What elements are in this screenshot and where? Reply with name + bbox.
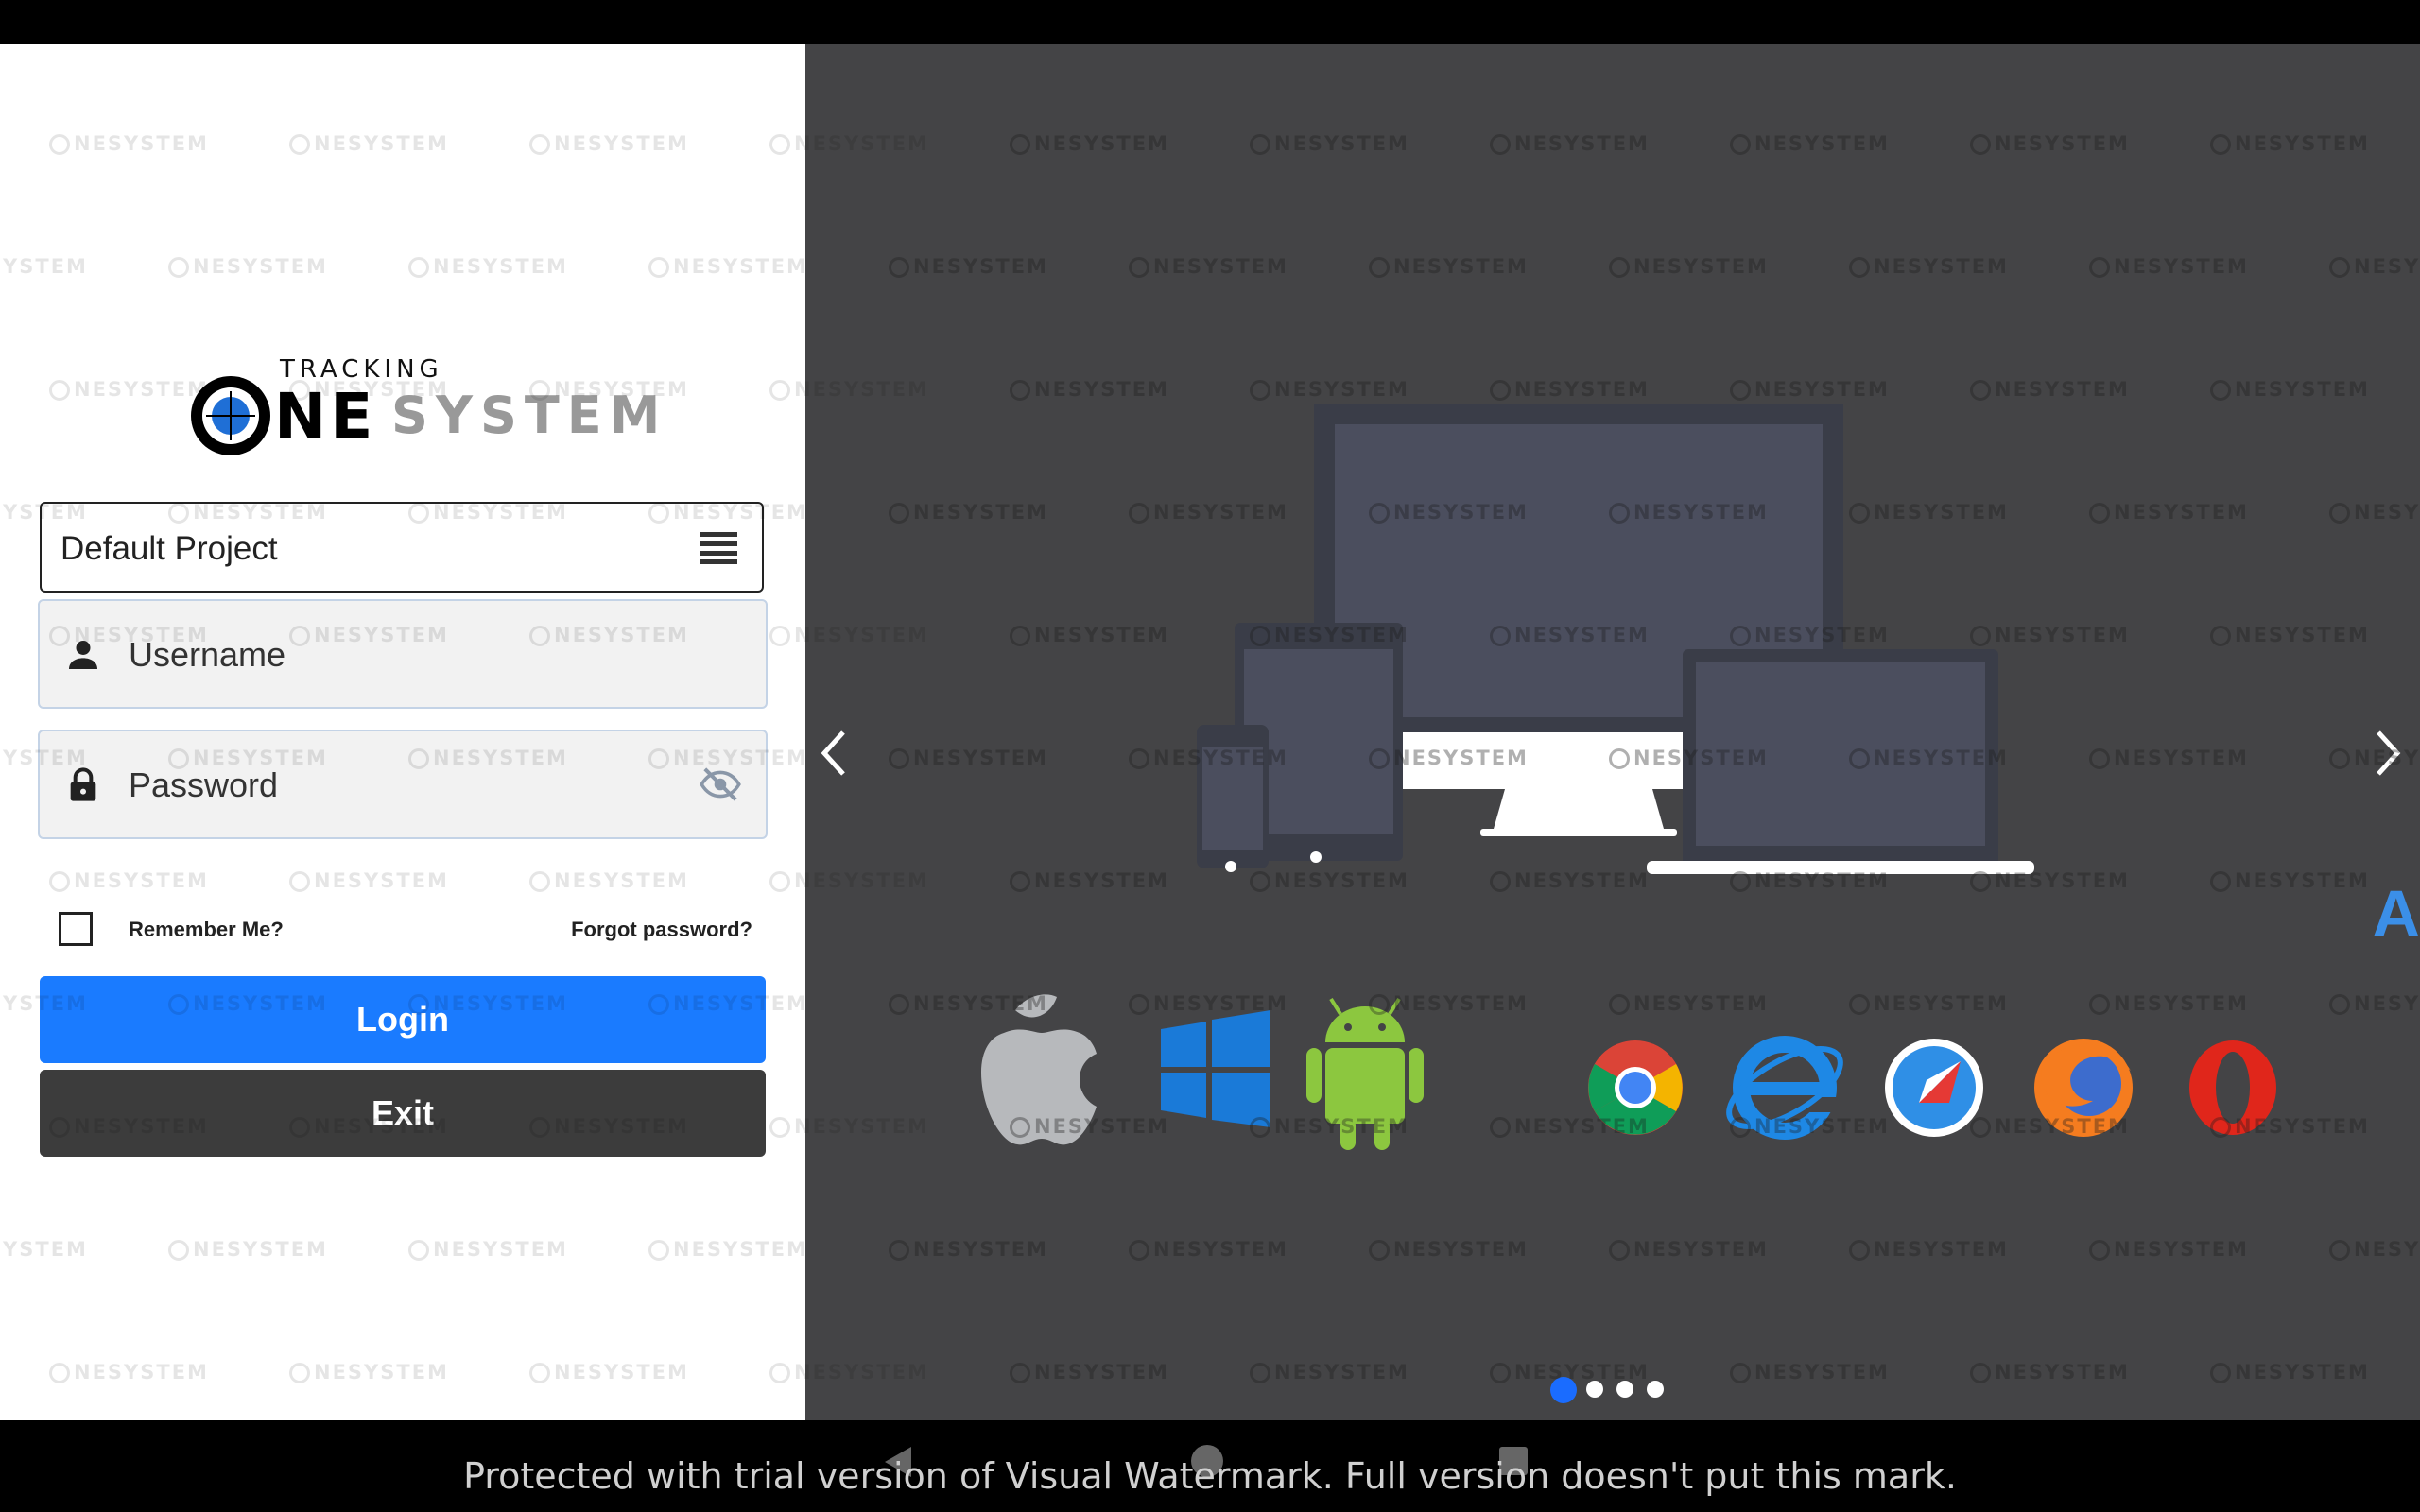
windows-icon	[1161, 1010, 1270, 1127]
safari-icon	[1885, 1039, 1983, 1137]
remember-me-label: Remember Me?	[129, 918, 284, 941]
project-selector-label: Default Project	[60, 530, 278, 567]
browser-icons-row	[1588, 1036, 2276, 1140]
next-slide-preview: A	[2372, 877, 2420, 951]
internet-explorer-icon	[1726, 1036, 1843, 1140]
target-logo-icon	[191, 376, 270, 455]
chrome-icon	[1588, 1040, 1683, 1135]
devices-illustration	[1197, 404, 2034, 874]
exit-button[interactable]: Exit	[40, 1070, 766, 1157]
screen: TRACKING NE SYSTEM Default Project Usern…	[0, 0, 2420, 1512]
feature-carousel[interactable]: A	[805, 44, 2420, 1420]
menu-icon[interactable]	[700, 532, 737, 564]
person-icon	[69, 641, 97, 669]
username-field[interactable]	[38, 599, 768, 709]
login-button[interactable]: Login	[40, 976, 766, 1063]
logo-ne-text: NE	[274, 380, 377, 453]
remember-me-checkbox[interactable]	[59, 912, 93, 946]
login-panel: TRACKING NE SYSTEM Default Project Usern…	[0, 44, 805, 1420]
carousel-dot[interactable]	[1586, 1381, 1603, 1398]
password-field[interactable]	[38, 730, 768, 839]
firefox-icon	[2034, 1039, 2133, 1137]
os-icons-row	[981, 994, 1424, 1150]
forgot-password-link[interactable]: Forgot password?	[571, 918, 752, 942]
carousel-dot[interactable]	[1647, 1381, 1664, 1398]
chevron-right-icon[interactable]	[2369, 725, 2407, 782]
logo-system-text: SYSTEM	[391, 386, 668, 445]
password-input[interactable]	[127, 758, 660, 813]
lock-icon	[70, 767, 96, 801]
project-selector[interactable]: Default Project	[40, 502, 764, 593]
carousel-dot[interactable]	[1616, 1381, 1634, 1398]
username-input[interactable]	[127, 627, 660, 682]
watermark-banner-text: Protected with trial version of Visual W…	[463, 1455, 1957, 1497]
chevron-left-icon[interactable]	[815, 725, 853, 782]
android-icon	[1306, 997, 1424, 1150]
opera-icon	[2189, 1040, 2276, 1135]
carousel-dot-active[interactable]	[1550, 1377, 1577, 1403]
eye-off-icon[interactable]	[700, 767, 741, 801]
apple-icon	[981, 994, 1097, 1145]
status-bar	[0, 0, 2420, 44]
app-logo: TRACKING NE SYSTEM	[191, 312, 660, 455]
